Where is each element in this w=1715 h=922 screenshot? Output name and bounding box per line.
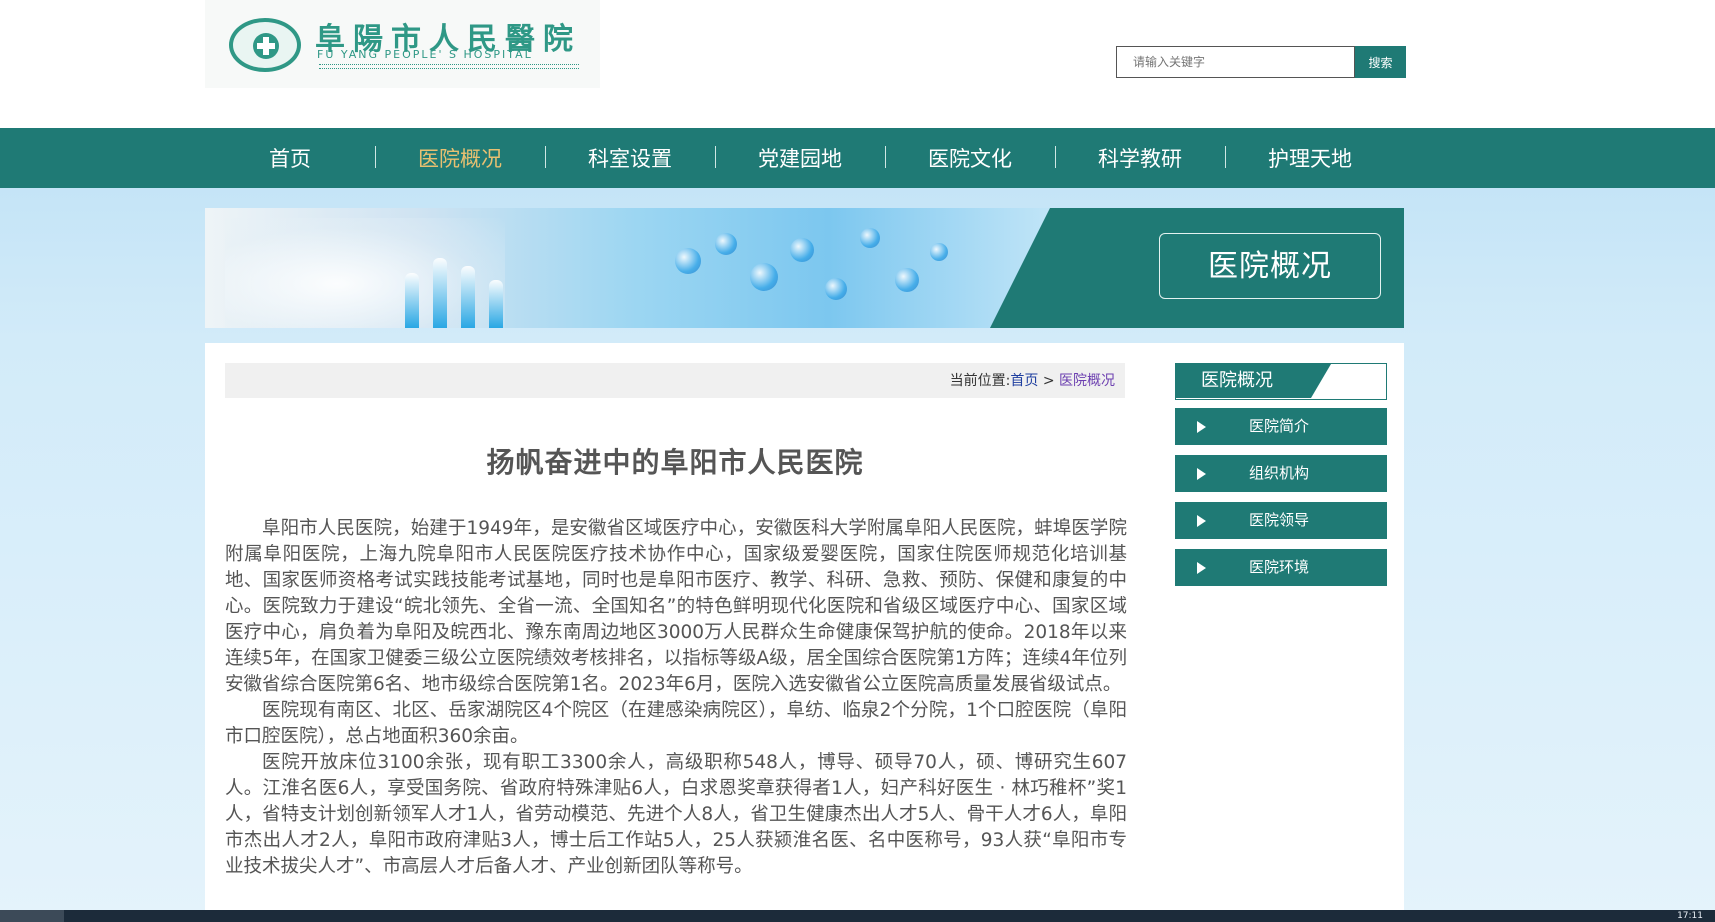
dna-helix-image: [895, 268, 919, 292]
dna-helix-image: [715, 233, 737, 255]
dna-helix-image: [930, 243, 948, 261]
search-button[interactable]: 搜索: [1355, 46, 1406, 78]
taskbar-start-area[interactable]: [0, 910, 64, 922]
sidebar-heading-label: 医院概况: [1201, 370, 1273, 391]
nav-separator: [1225, 146, 1226, 168]
test-tube-image: [489, 280, 503, 328]
logo-english-name: FU YANG PEOPLE' S HOSPITAL: [317, 48, 533, 61]
sidebar-item-label: 医院领导: [1249, 511, 1310, 529]
test-tube-image: [461, 266, 475, 328]
dna-helix-image: [790, 238, 814, 262]
nav-item-hospital-culture[interactable]: 医院文化: [895, 128, 1045, 188]
breadcrumb-separator: >: [1042, 373, 1055, 389]
article-paragraph: 阜阳市人民医院，始建于1949年，是安徽省区域医疗中心，安徽医科大学附属阜阳人民…: [225, 518, 1127, 695]
nav-item-party-building[interactable]: 党建园地: [725, 128, 875, 188]
dna-helix-image: [675, 248, 701, 274]
sidebar-heading: 医院概况: [1175, 363, 1387, 400]
dna-helix-image: [750, 263, 778, 291]
test-tube-image: [405, 273, 419, 328]
article-paragraph: 医院现有南区、北区、岳家湖院区4个院区（在建感染病院区），阜纺、临泉2个分院，1…: [225, 700, 1127, 747]
nav-separator: [885, 146, 886, 168]
banner-title: 医院概况: [1159, 233, 1381, 299]
article-title: 扬帆奋进中的阜阳市人民医院: [486, 446, 864, 479]
sidebar-item-organization[interactable]: 组织机构: [1175, 455, 1387, 492]
search-input[interactable]: [1116, 46, 1355, 78]
nav-separator: [545, 146, 546, 168]
sidebar-item-environment[interactable]: 医院环境: [1175, 549, 1387, 586]
nav-item-departments[interactable]: 科室设置: [555, 128, 705, 188]
nav-item-hospital-overview[interactable]: 医院概况: [385, 128, 535, 188]
sidebar-item-label: 组织机构: [1249, 464, 1310, 482]
nav-item-nursing[interactable]: 护理天地: [1235, 128, 1385, 188]
test-tube-image: [433, 258, 447, 328]
sidebar-item-label: 医院环境: [1249, 558, 1310, 576]
nav-item-research-education[interactable]: 科学教研: [1065, 128, 1215, 188]
play-arrow-icon: [1197, 515, 1206, 527]
breadcrumb-current-link[interactable]: 医院概况: [1059, 373, 1115, 389]
os-taskbar: 17:11: [0, 910, 1715, 922]
play-arrow-icon: [1197, 468, 1206, 480]
hospital-emblem-icon: [229, 18, 301, 72]
sidebar-item-label: 医院简介: [1249, 417, 1310, 435]
sidebar-item-leadership[interactable]: 医院领导: [1175, 502, 1387, 539]
dna-helix-image: [825, 278, 847, 300]
hospital-logo[interactable]: 阜陽市人民醫院 FU YANG PEOPLE' S HOSPITAL: [205, 0, 600, 88]
breadcrumb: 当前位置:首页 > 医院概况: [225, 363, 1125, 398]
sidebar-item-hospital-intro[interactable]: 医院简介: [1175, 408, 1387, 445]
main-nav: 首页 医院概况 科室设置 党建园地 医院文化 科学教研 护理天地: [0, 128, 1715, 188]
nav-separator: [375, 146, 376, 168]
page-banner: 医院概况: [205, 208, 1404, 328]
article-body: 阜阳市人民医院，始建于1949年，是安徽省区域医疗中心，安徽医科大学附属阜阳人民…: [225, 516, 1127, 880]
nav-item-home[interactable]: 首页: [215, 128, 365, 188]
dna-helix-image: [860, 228, 880, 248]
search-box: 搜索: [1116, 46, 1406, 78]
nav-separator: [715, 146, 716, 168]
breadcrumb-home-link[interactable]: 首页: [1010, 373, 1038, 389]
play-arrow-icon: [1197, 421, 1206, 433]
breadcrumb-prefix: 当前位置:: [949, 373, 1011, 389]
play-arrow-icon: [1197, 562, 1206, 574]
taskbar-clock: 17:11: [1677, 911, 1703, 921]
nav-separator: [1055, 146, 1056, 168]
logo-tagline-decoration: [319, 64, 579, 69]
header: 阜陽市人民醫院 FU YANG PEOPLE' S HOSPITAL 搜索: [0, 0, 1715, 128]
article-paragraph: 医院开放床位3100余张，现有职工3300余人，高级职称548人，博导、硕导70…: [225, 752, 1127, 877]
